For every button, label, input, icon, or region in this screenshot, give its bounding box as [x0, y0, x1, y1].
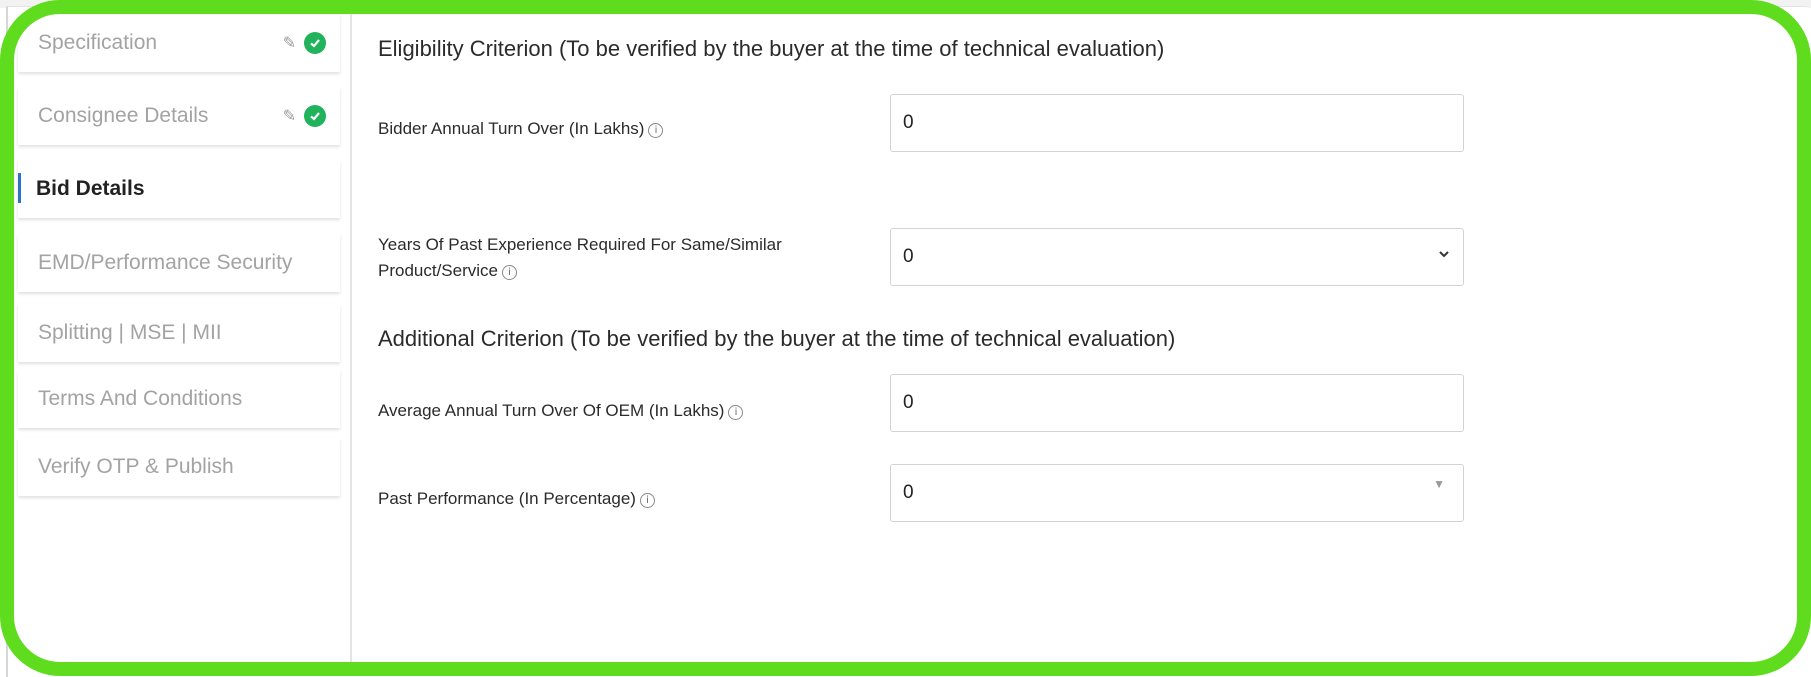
- past-performance-select[interactable]: 0 ▼: [890, 464, 1464, 522]
- past-performance-value: 0: [903, 482, 914, 503]
- sidebar-item-bid-details[interactable]: Bid Details: [18, 160, 340, 218]
- info-icon[interactable]: i: [648, 123, 664, 138]
- oem-turnover-label: Average Annual Turn Over Of OEM (In Lakh…: [378, 398, 744, 424]
- sidebar-item-terms-and-conditions[interactable]: Terms And Conditions: [18, 370, 340, 428]
- info-icon[interactable]: i: [639, 493, 655, 508]
- turnover-input[interactable]: 0: [890, 94, 1464, 152]
- sidebar-item-emd-performance-security[interactable]: EMD/Performance Security: [18, 234, 340, 292]
- experience-label-line2: Product/Service: [378, 261, 498, 280]
- sidebar-item-consignee-details[interactable]: Consignee Details ✎: [18, 87, 340, 145]
- oem-turnover-label-text: Average Annual Turn Over Of OEM (In Lakh…: [378, 401, 725, 420]
- main-form: Eligibility Criterion (To be verified by…: [378, 6, 1488, 666]
- sidebar-item-verify-otp-publish[interactable]: Verify OTP & Publish: [18, 438, 340, 496]
- info-icon[interactable]: i: [502, 265, 517, 280]
- caret-down-icon: ▼: [1433, 477, 1445, 491]
- experience-value: 0: [903, 246, 914, 267]
- sidebar-item-label: Splitting | MSE | MII: [38, 321, 222, 344]
- turnover-label: Bidder Annual Turn Over (In Lakhs) i: [378, 116, 664, 142]
- sidebar: Specification ✎ Consignee Details ✎ Bid …: [10, 6, 352, 676]
- turnover-value: 0: [903, 112, 914, 133]
- sidebar-item-label: Bid Details: [36, 177, 145, 200]
- sidebar-item-label: Terms And Conditions: [38, 387, 243, 410]
- sidebar-item-label: EMD/Performance Security: [38, 251, 293, 274]
- additional-heading: Additional Criterion (To be verified by …: [378, 326, 1176, 351]
- pencil-icon[interactable]: ✎: [283, 33, 296, 53]
- info-icon[interactable]: i: [728, 405, 744, 420]
- sidebar-item-label: Verify OTP & Publish: [38, 455, 234, 478]
- oem-turnover-input[interactable]: 0: [890, 374, 1464, 432]
- experience-select[interactable]: 0: [890, 228, 1464, 286]
- sidebar-item-splitting-mse-mii[interactable]: Splitting | MSE | MII: [18, 304, 340, 362]
- active-indicator: [18, 173, 21, 203]
- past-performance-label: Past Performance (In Percentage) i: [378, 486, 655, 512]
- check-circle-icon: [304, 32, 326, 54]
- past-performance-label-text: Past Performance (In Percentage): [378, 489, 636, 508]
- check-circle-icon: [304, 105, 326, 127]
- experience-label: Years Of Past Experience Required For Sa…: [378, 232, 782, 284]
- oem-turnover-value: 0: [903, 392, 914, 413]
- turnover-label-text: Bidder Annual Turn Over (In Lakhs): [378, 119, 645, 138]
- sidebar-item-label: Consignee Details: [38, 104, 209, 127]
- sidebar-item-specification[interactable]: Specification ✎: [18, 14, 340, 72]
- sidebar-item-label: Specification: [38, 31, 158, 54]
- eligibility-heading: Eligibility Criterion (To be verified by…: [378, 36, 1165, 61]
- chevron-down-icon: [1439, 251, 1449, 258]
- experience-label-line1: Years Of Past Experience Required For Sa…: [378, 235, 782, 254]
- pencil-icon[interactable]: ✎: [283, 106, 296, 126]
